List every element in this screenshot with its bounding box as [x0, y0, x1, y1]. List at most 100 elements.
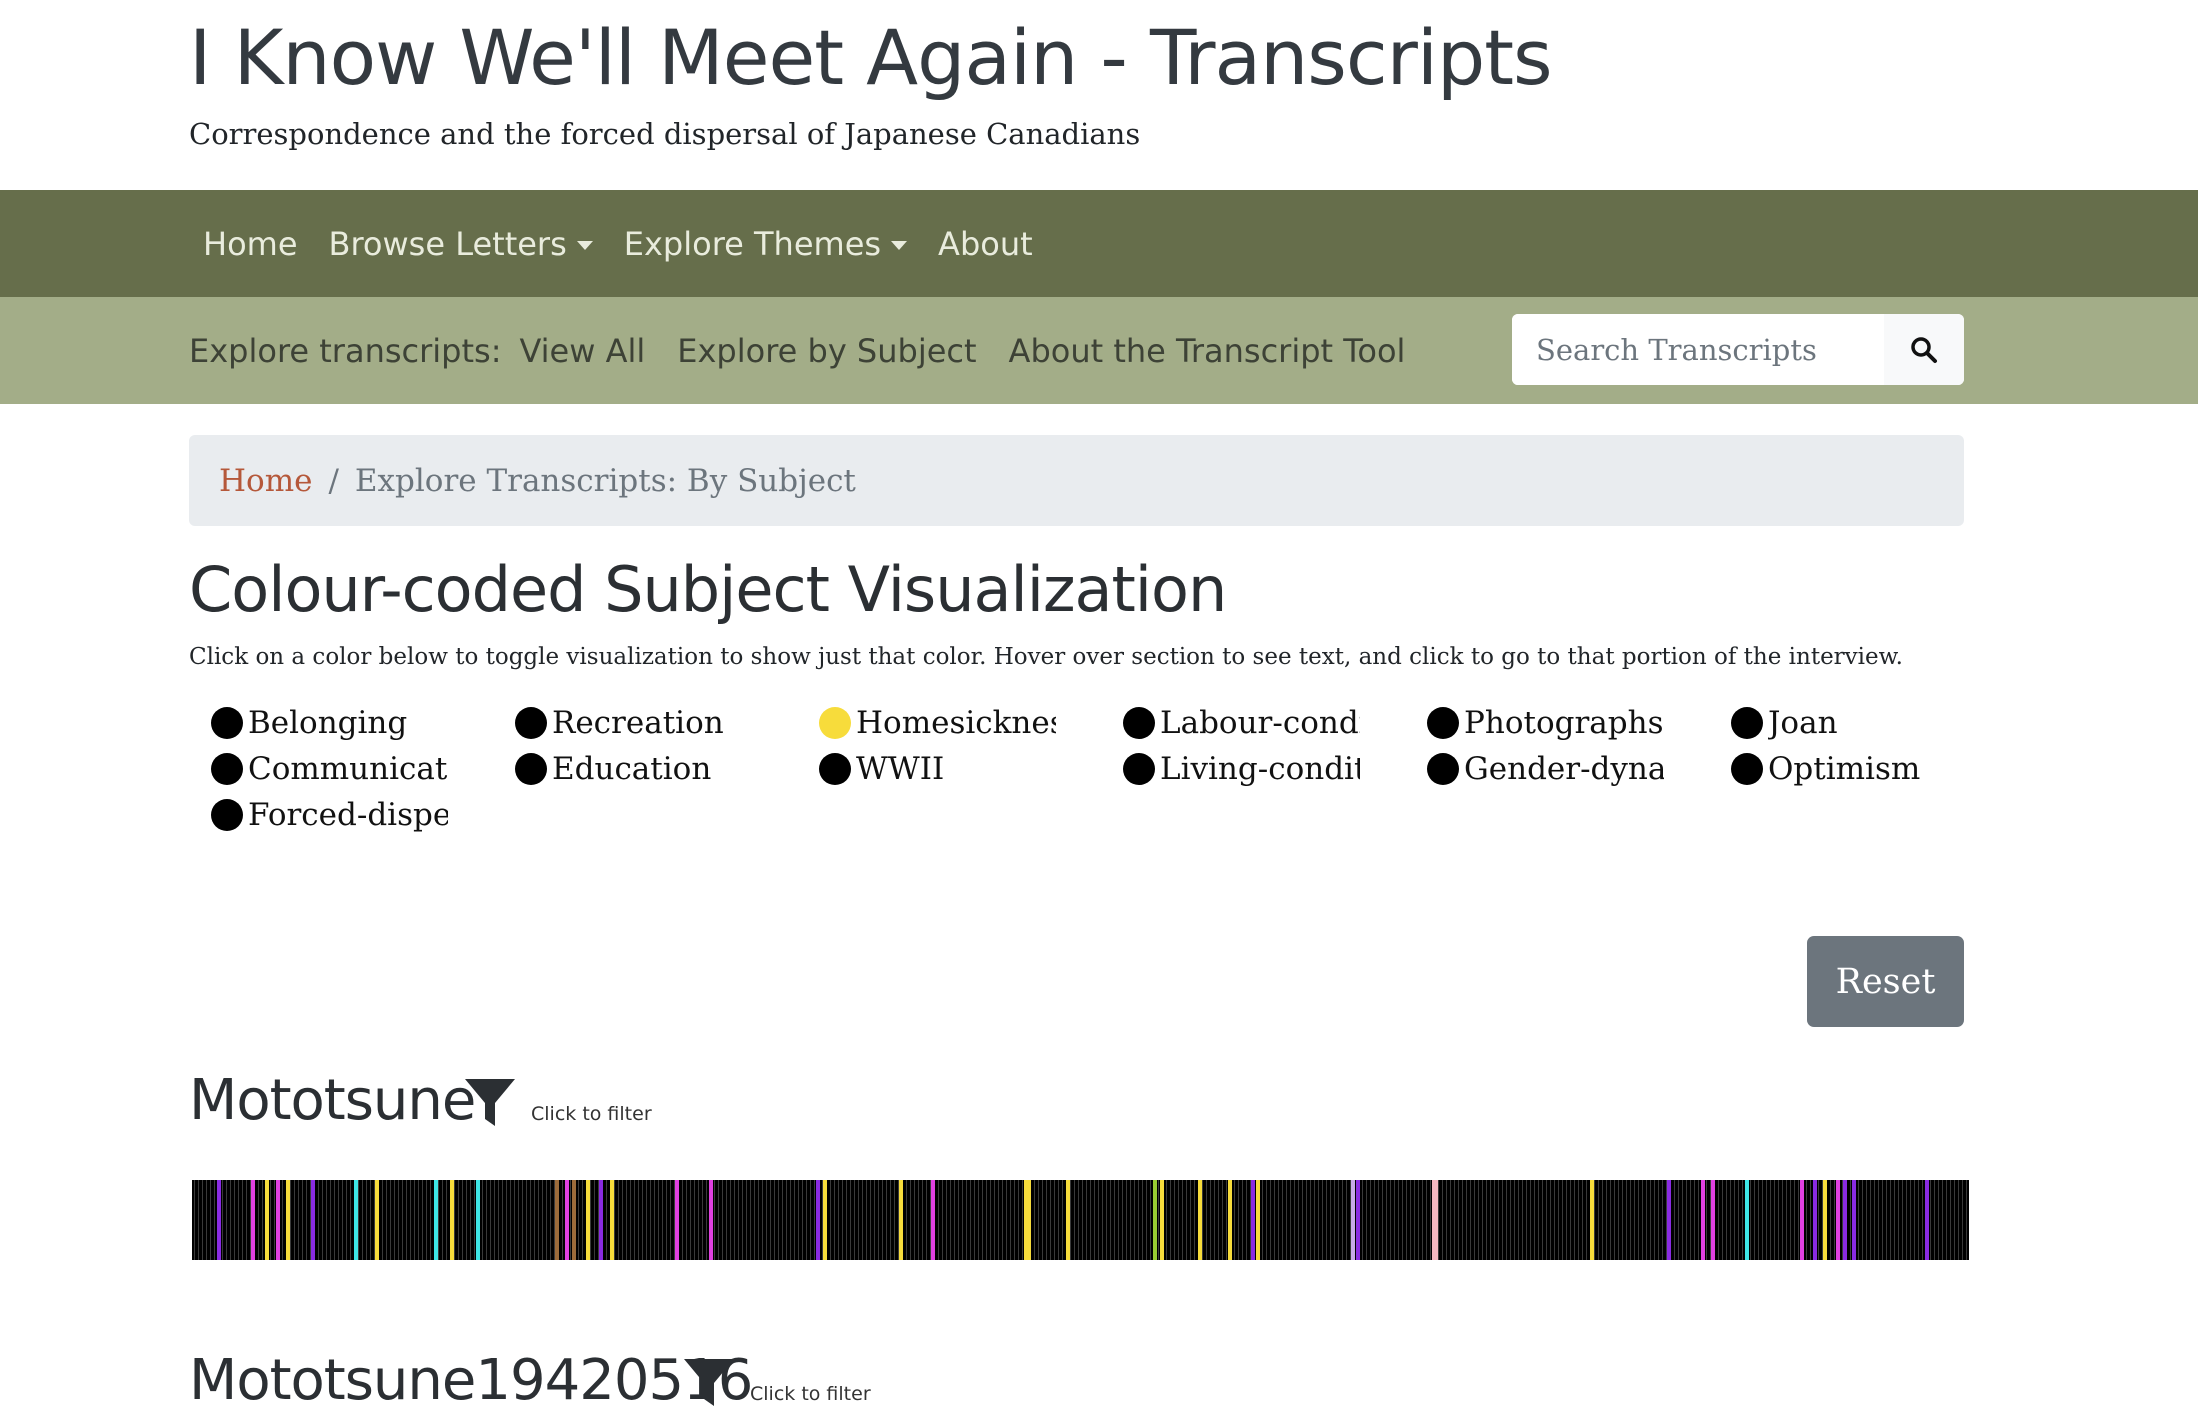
segment-uncoded[interactable] [402, 1180, 403, 1260]
segment-uncoded[interactable] [874, 1180, 875, 1260]
segment-uncoded[interactable] [830, 1180, 831, 1260]
segment-pink[interactable] [1432, 1180, 1438, 1260]
segment-uncoded[interactable] [394, 1180, 395, 1260]
segment-uncoded[interactable] [538, 1180, 539, 1260]
segment-uncoded[interactable] [1194, 1180, 1195, 1260]
segment-uncoded[interactable] [1558, 1180, 1559, 1260]
segment-uncoded[interactable] [1718, 1180, 1719, 1260]
segment-uncoded[interactable] [1514, 1180, 1515, 1260]
segment-uncoded[interactable] [1866, 1180, 1867, 1260]
subnav-explore-by-subject[interactable]: Explore by Subject [677, 332, 976, 370]
segment-uncoded[interactable] [362, 1180, 363, 1260]
segment-uncoded[interactable] [1390, 1180, 1391, 1260]
segment-uncoded[interactable] [850, 1180, 851, 1260]
segment-uncoded[interactable] [758, 1180, 759, 1260]
segment-uncoded[interactable] [1762, 1180, 1763, 1260]
filter-icon[interactable] [463, 1076, 517, 1130]
segment-brown[interactable] [572, 1180, 576, 1260]
segment-uncoded[interactable] [1470, 1180, 1471, 1260]
segment-uncoded[interactable] [270, 1180, 271, 1260]
segment-uncoded[interactable] [1338, 1180, 1339, 1260]
segment-uncoded[interactable] [1766, 1180, 1767, 1260]
segment-uncoded[interactable] [474, 1180, 475, 1260]
segment-yellow[interactable] [265, 1180, 269, 1260]
segment-yellow[interactable] [286, 1180, 290, 1260]
segment-uncoded[interactable] [1302, 1180, 1303, 1260]
segment-purple[interactable] [816, 1180, 820, 1260]
segment-uncoded[interactable] [782, 1180, 783, 1260]
segment-yellow[interactable] [610, 1180, 614, 1260]
segment-uncoded[interactable] [1870, 1180, 1871, 1260]
segment-uncoded[interactable] [1778, 1180, 1779, 1260]
segment-uncoded[interactable] [1934, 1180, 1935, 1260]
segment-uncoded[interactable] [614, 1180, 615, 1260]
segment-uncoded[interactable] [554, 1180, 555, 1260]
segment-uncoded[interactable] [790, 1180, 791, 1260]
segment-uncoded[interactable] [206, 1180, 207, 1260]
segment-uncoded[interactable] [1910, 1180, 1911, 1260]
segment-uncoded[interactable] [1226, 1180, 1227, 1260]
nav-explore-themes-dropdown[interactable]: Explore Themes [624, 225, 908, 263]
segment-uncoded[interactable] [1378, 1180, 1379, 1260]
segment-uncoded[interactable] [1706, 1180, 1707, 1260]
segment-uncoded[interactable] [1658, 1180, 1659, 1260]
segment-uncoded[interactable] [1306, 1180, 1307, 1260]
segment-yellow[interactable] [375, 1180, 379, 1260]
segment-uncoded[interactable] [1242, 1180, 1243, 1260]
segment-uncoded[interactable] [590, 1180, 591, 1260]
segment-uncoded[interactable] [1346, 1180, 1347, 1260]
segment-uncoded[interactable] [1278, 1180, 1279, 1260]
subnav-view-all[interactable]: View All [519, 332, 645, 370]
segment-uncoded[interactable] [274, 1180, 275, 1260]
segment-uncoded[interactable] [726, 1180, 727, 1260]
segment-uncoded[interactable] [870, 1180, 871, 1260]
segment-uncoded[interactable] [1782, 1180, 1783, 1260]
search-button[interactable] [1884, 314, 1964, 385]
segment-uncoded[interactable] [406, 1180, 407, 1260]
segment-uncoded[interactable] [1894, 1180, 1895, 1260]
segment-uncoded[interactable] [1038, 1180, 1039, 1260]
segment-magenta[interactable] [931, 1180, 935, 1260]
segment-uncoded[interactable] [1662, 1180, 1663, 1260]
segment-uncoded[interactable] [1402, 1180, 1403, 1260]
segment-uncoded[interactable] [958, 1180, 959, 1260]
segment-uncoded[interactable] [954, 1180, 955, 1260]
segment-uncoded[interactable] [1178, 1180, 1179, 1260]
segment-uncoded[interactable] [410, 1180, 411, 1260]
legend-item[interactable]: Living-conditions [1123, 750, 1427, 788]
segment-uncoded[interactable] [822, 1180, 823, 1260]
segment-uncoded[interactable] [1438, 1180, 1439, 1260]
segment-uncoded[interactable] [1042, 1180, 1043, 1260]
segment-uncoded[interactable] [246, 1180, 247, 1260]
segment-uncoded[interactable] [1342, 1180, 1343, 1260]
segment-yellow[interactable] [823, 1180, 827, 1260]
breadcrumb-home-link[interactable]: Home [219, 463, 312, 499]
segment-uncoded[interactable] [854, 1180, 855, 1260]
segment-uncoded[interactable] [630, 1180, 631, 1260]
segment-uncoded[interactable] [1730, 1180, 1731, 1260]
segment-uncoded[interactable] [262, 1180, 263, 1260]
segment-uncoded[interactable] [1902, 1180, 1903, 1260]
segment-uncoded[interactable] [910, 1180, 911, 1260]
segment-uncoded[interactable] [746, 1180, 747, 1260]
segment-yellow[interactable] [1027, 1180, 1031, 1260]
segment-uncoded[interactable] [1950, 1180, 1951, 1260]
segment-uncoded[interactable] [1930, 1180, 1931, 1260]
segment-uncoded[interactable] [1298, 1180, 1299, 1260]
segment-purple[interactable] [311, 1180, 315, 1260]
search-input[interactable] [1512, 314, 1884, 385]
segment-uncoded[interactable] [374, 1180, 375, 1260]
segment-uncoded[interactable] [834, 1180, 835, 1260]
segment-uncoded[interactable] [426, 1180, 427, 1260]
segment-uncoded[interactable] [1070, 1180, 1071, 1260]
segment-uncoded[interactable] [762, 1180, 763, 1260]
segment-uncoded[interactable] [1578, 1180, 1579, 1260]
segment-uncoded[interactable] [1738, 1180, 1739, 1260]
segment-uncoded[interactable] [862, 1180, 863, 1260]
segment-uncoded[interactable] [1678, 1180, 1679, 1260]
segment-uncoded[interactable] [1218, 1180, 1219, 1260]
segment-uncoded[interactable] [1830, 1180, 1831, 1260]
segment-uncoded[interactable] [1822, 1180, 1823, 1260]
legend-item[interactable]: Labour-conditions [1123, 704, 1427, 742]
segment-magenta[interactable] [565, 1180, 569, 1260]
